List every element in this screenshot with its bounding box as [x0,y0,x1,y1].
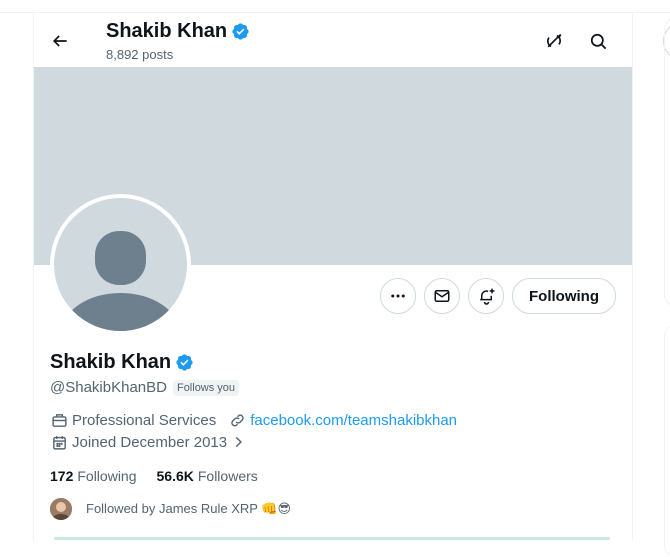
link-icon [228,411,246,429]
header-post-count: 8,892 posts [106,47,174,62]
following-button[interactable]: Following [512,278,616,314]
profile-joined-date: Joined December 2013 [72,433,228,451]
verified-badge-icon[interactable] [175,353,194,372]
followers-count: 56.6K [156,468,194,484]
search-icon [590,33,606,49]
header-name-text: Shakib Khan [106,20,228,42]
profile-category: Professional Services [72,411,217,429]
profile-website-link[interactable]: facebook.com/teamshakibkhan [250,412,457,429]
handle-row: @ShakibKhanBD Follows you [50,379,240,396]
following-stat[interactable]: 172 Following [50,468,137,484]
more-options-button[interactable] [380,278,416,314]
grok-button[interactable] [538,25,570,57]
message-button[interactable] [424,278,460,314]
back-button[interactable] [44,25,76,57]
profile-meta-row: Professional Services facebook.com/teams… [50,411,457,429]
right-sidebar-card-fragment-2 [664,325,670,557]
follow-stats: 172 Following 56.6K Followers [50,468,278,484]
chevron-right-icon [229,433,247,451]
grok-icon [547,33,562,48]
profile-handle: @ShakibKhanBD [50,379,167,396]
profile-avatar[interactable] [50,194,191,335]
header-title: Shakib Khan [106,20,250,43]
follower-avatar [50,498,72,520]
default-avatar-icon [54,198,187,331]
followed-by-text: Followed by James Rule XRP 👊😎 [86,501,292,516]
following-count: 172 [50,468,74,484]
followed-by-row[interactable]: Followed by James Rule XRP 👊😎 [50,498,291,520]
envelope-icon [434,290,450,302]
followers-label: Followers [197,468,258,484]
briefcase-icon [50,411,68,429]
profile-name: Shakib Khan [50,351,194,374]
search-button[interactable] [582,25,614,57]
right-sidebar-card-fragment [664,18,670,306]
following-label: Following [77,468,137,484]
arrow-left-icon [52,35,67,47]
more-horizontal-icon [391,294,405,298]
followers-stat[interactable]: 56.6K Followers [157,468,258,484]
profile-name-text: Shakib Khan [50,351,172,373]
notifications-button[interactable] [468,278,504,314]
calendar-icon [50,433,68,451]
follows-you-badge: Follows you [172,379,240,396]
bell-plus-icon [479,288,494,305]
verified-badge-icon [231,22,250,41]
joined-row[interactable]: Joined December 2013 [50,433,251,451]
